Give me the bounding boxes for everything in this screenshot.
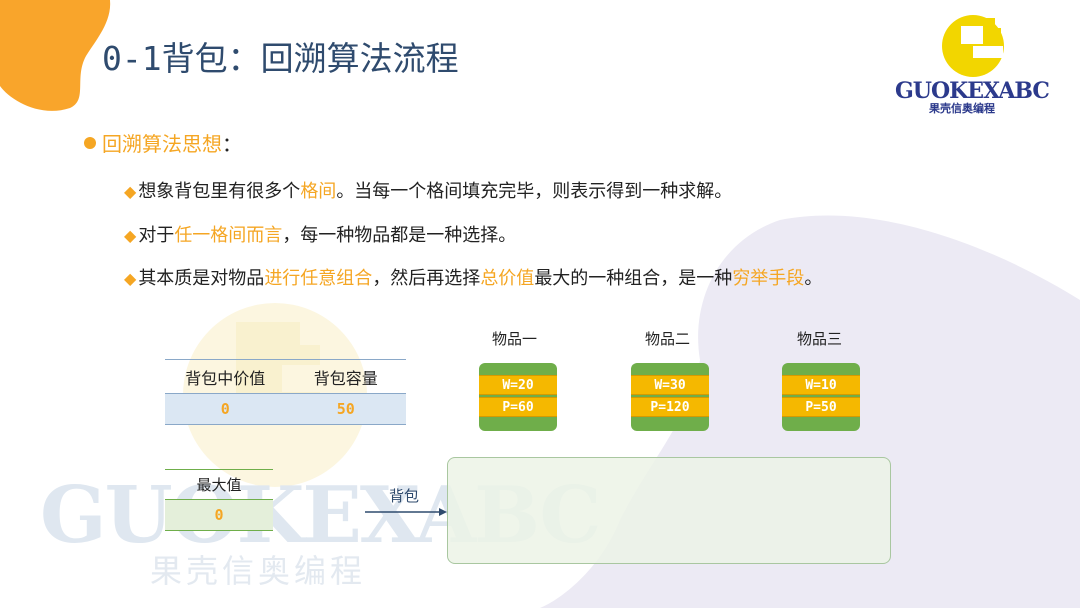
point-highlight: 进行任意组合 <box>264 268 373 289</box>
knapsack-table-header: 背包中价值 背包容量 <box>165 359 406 393</box>
main-bullet: 回溯算法思想： <box>84 128 242 157</box>
diamond-bullet-icon: ◆ <box>124 269 137 288</box>
point-highlight: 总价值 <box>480 268 535 289</box>
header-value: 背包中价值 <box>185 368 266 388</box>
item-3-title: 物品三 <box>797 330 843 348</box>
diamond-bullet-icon: ◆ <box>124 226 137 245</box>
main-bullet-suffix: ： <box>222 132 242 156</box>
point-text: 想象背包里有很多个 <box>138 181 301 202</box>
point-3: ◆ 其本质是对物品进行任意组合，然后再选择总价值最大的一种组合，是一种穷举手段。 <box>124 264 822 290</box>
header-capacity: 背包容量 <box>313 368 378 388</box>
max-value-box: 最大值 0 <box>165 469 273 531</box>
point-text: 。 <box>804 268 823 289</box>
arrow-right-icon <box>365 508 447 516</box>
point-highlight: 穷举手段 <box>732 268 805 289</box>
knapsack-table: 背包中价值 背包容量 0 50 <box>165 359 406 425</box>
watermark-subtitle: 果壳信奥编程 <box>150 552 367 590</box>
cell-value: 0 <box>220 400 230 418</box>
item-3-card[interactable]: W=10 P=50 <box>782 363 860 431</box>
point-text: ，然后再选择 <box>372 268 481 289</box>
item-2-title: 物品二 <box>645 330 691 348</box>
slide-title: 0-1背包：回溯算法流程 <box>102 39 459 78</box>
knapsack-table-row: 0 50 <box>165 393 406 425</box>
item-3-weight: W=10 <box>782 375 860 395</box>
item-1-card[interactable]: W=20 P=60 <box>479 363 557 431</box>
point-highlight: 任一格间而言 <box>174 225 283 246</box>
diamond-bullet-icon: ◆ <box>124 182 137 201</box>
point-text: 最大的一种组合，是一种 <box>534 268 733 289</box>
point-highlight: 格间 <box>300 181 337 202</box>
item-1-weight: W=20 <box>479 375 557 395</box>
item-2-value: P=120 <box>631 397 709 417</box>
pack-arrow: 背包 <box>365 485 447 525</box>
knapsack-area <box>447 457 891 564</box>
point-text: 其本质是对物品 <box>138 268 265 289</box>
logo-subtitle: 果壳信奥编程 <box>929 102 995 115</box>
cell-capacity: 50 <box>336 400 355 418</box>
point-text: ，每一种物品都是一种选择。 <box>282 225 517 246</box>
point-text: 。当每一个格间填充完毕，则表示得到一种求解。 <box>336 181 733 202</box>
main-bullet-label: 回溯算法思想 <box>102 132 222 156</box>
item-2-card[interactable]: W=30 P=120 <box>631 363 709 431</box>
point-1: ◆ 想象背包里有很多个格间。当每一个格间填充完毕，则表示得到一种求解。 <box>124 177 732 203</box>
max-value-number: 0 <box>165 499 273 531</box>
item-3-value: P=50 <box>782 397 860 417</box>
item-2-weight: W=30 <box>631 375 709 395</box>
bullet-dot-icon <box>84 137 96 149</box>
item-1-title: 物品一 <box>492 330 538 348</box>
point-2: ◆ 对于任一格间而言，每一种物品都是一种选择。 <box>124 221 516 247</box>
item-1-value: P=60 <box>479 397 557 417</box>
max-value-label: 最大值 <box>165 469 273 499</box>
point-text: 对于 <box>138 225 175 246</box>
brand-logo: GUOKEXABC 果壳信奥编程 <box>895 8 1055 115</box>
